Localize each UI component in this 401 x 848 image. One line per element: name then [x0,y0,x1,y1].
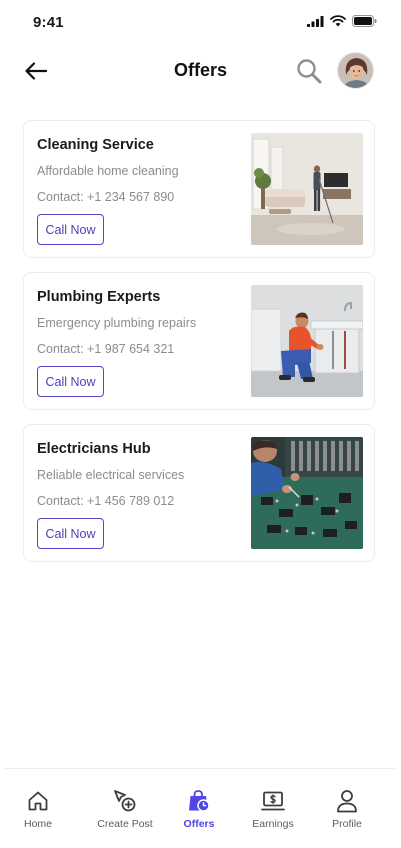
back-button[interactable] [22,58,50,84]
search-icon [297,59,322,84]
offer-description: Affordable home cleaning [37,164,179,178]
offers-list: Cleaning Service Affordable home cleanin… [23,120,375,576]
header: Offers [0,50,401,92]
nav-label-home: Home [23,818,52,830]
offer-contact: Contact: +1 234 567 890 [37,190,175,204]
offer-title: Cleaning Service [37,137,154,153]
avatar-image [338,53,373,88]
nav-item-earnings[interactable]: Earnings [238,789,308,830]
offer-image-electrical [251,437,363,549]
offer-description: Reliable electrical services [37,468,185,482]
offer-title: Electricians Hub [37,441,151,457]
status-icons [307,15,377,27]
plumber-photo [251,285,363,397]
home-icon [28,791,48,811]
status-bar: 9:41 [0,0,401,44]
nav-item-create-post[interactable]: Create Post [90,789,160,830]
nav-label-earnings: Earnings [252,818,294,830]
create-post-icon [114,790,136,812]
offer-image-cleaning [251,133,363,245]
profile-icon [337,790,357,813]
offer-card-electricians-hub: Electricians Hub Reliable electrical ser… [23,424,375,562]
nav-item-home[interactable]: Home [3,789,73,830]
offer-contact: Contact: +1 456 789 012 [37,494,175,508]
earnings-icon [261,791,285,811]
nav-label-create-post: Create Post [97,818,153,830]
nav-item-profile[interactable]: Profile [312,789,382,830]
call-now-button[interactable]: Call Now [37,214,104,245]
circuit-board-photo [251,437,363,549]
call-now-button[interactable]: Call Now [37,366,104,397]
nav-label-profile: Profile [332,818,362,830]
offer-title: Plumbing Experts [37,289,161,305]
cellular-signal-icon [307,15,324,27]
call-now-button[interactable]: Call Now [37,518,104,549]
search-button[interactable] [294,56,324,86]
offer-image-plumbing [251,285,363,397]
battery-icon [352,15,377,27]
nav-label-offers: Offers [183,818,215,830]
status-time: 9:41 [33,14,64,31]
offers-bag-icon [189,790,210,812]
offer-contact: Contact: +1 987 654 321 [37,342,175,356]
offer-description: Emergency plumbing repairs [37,316,197,330]
wifi-icon [330,15,346,27]
nav-item-offers[interactable]: Offers [164,789,234,830]
avatar[interactable] [337,52,374,89]
living-room-photo [251,133,363,245]
offer-card-plumbing-experts: Plumbing Experts Emergency plumbing repa… [23,272,375,410]
bottom-nav: Home Create Post Offers Earnings Profile [4,768,395,848]
offer-card-cleaning-service: Cleaning Service Affordable home cleanin… [23,120,375,258]
arrow-left-icon [25,62,47,80]
